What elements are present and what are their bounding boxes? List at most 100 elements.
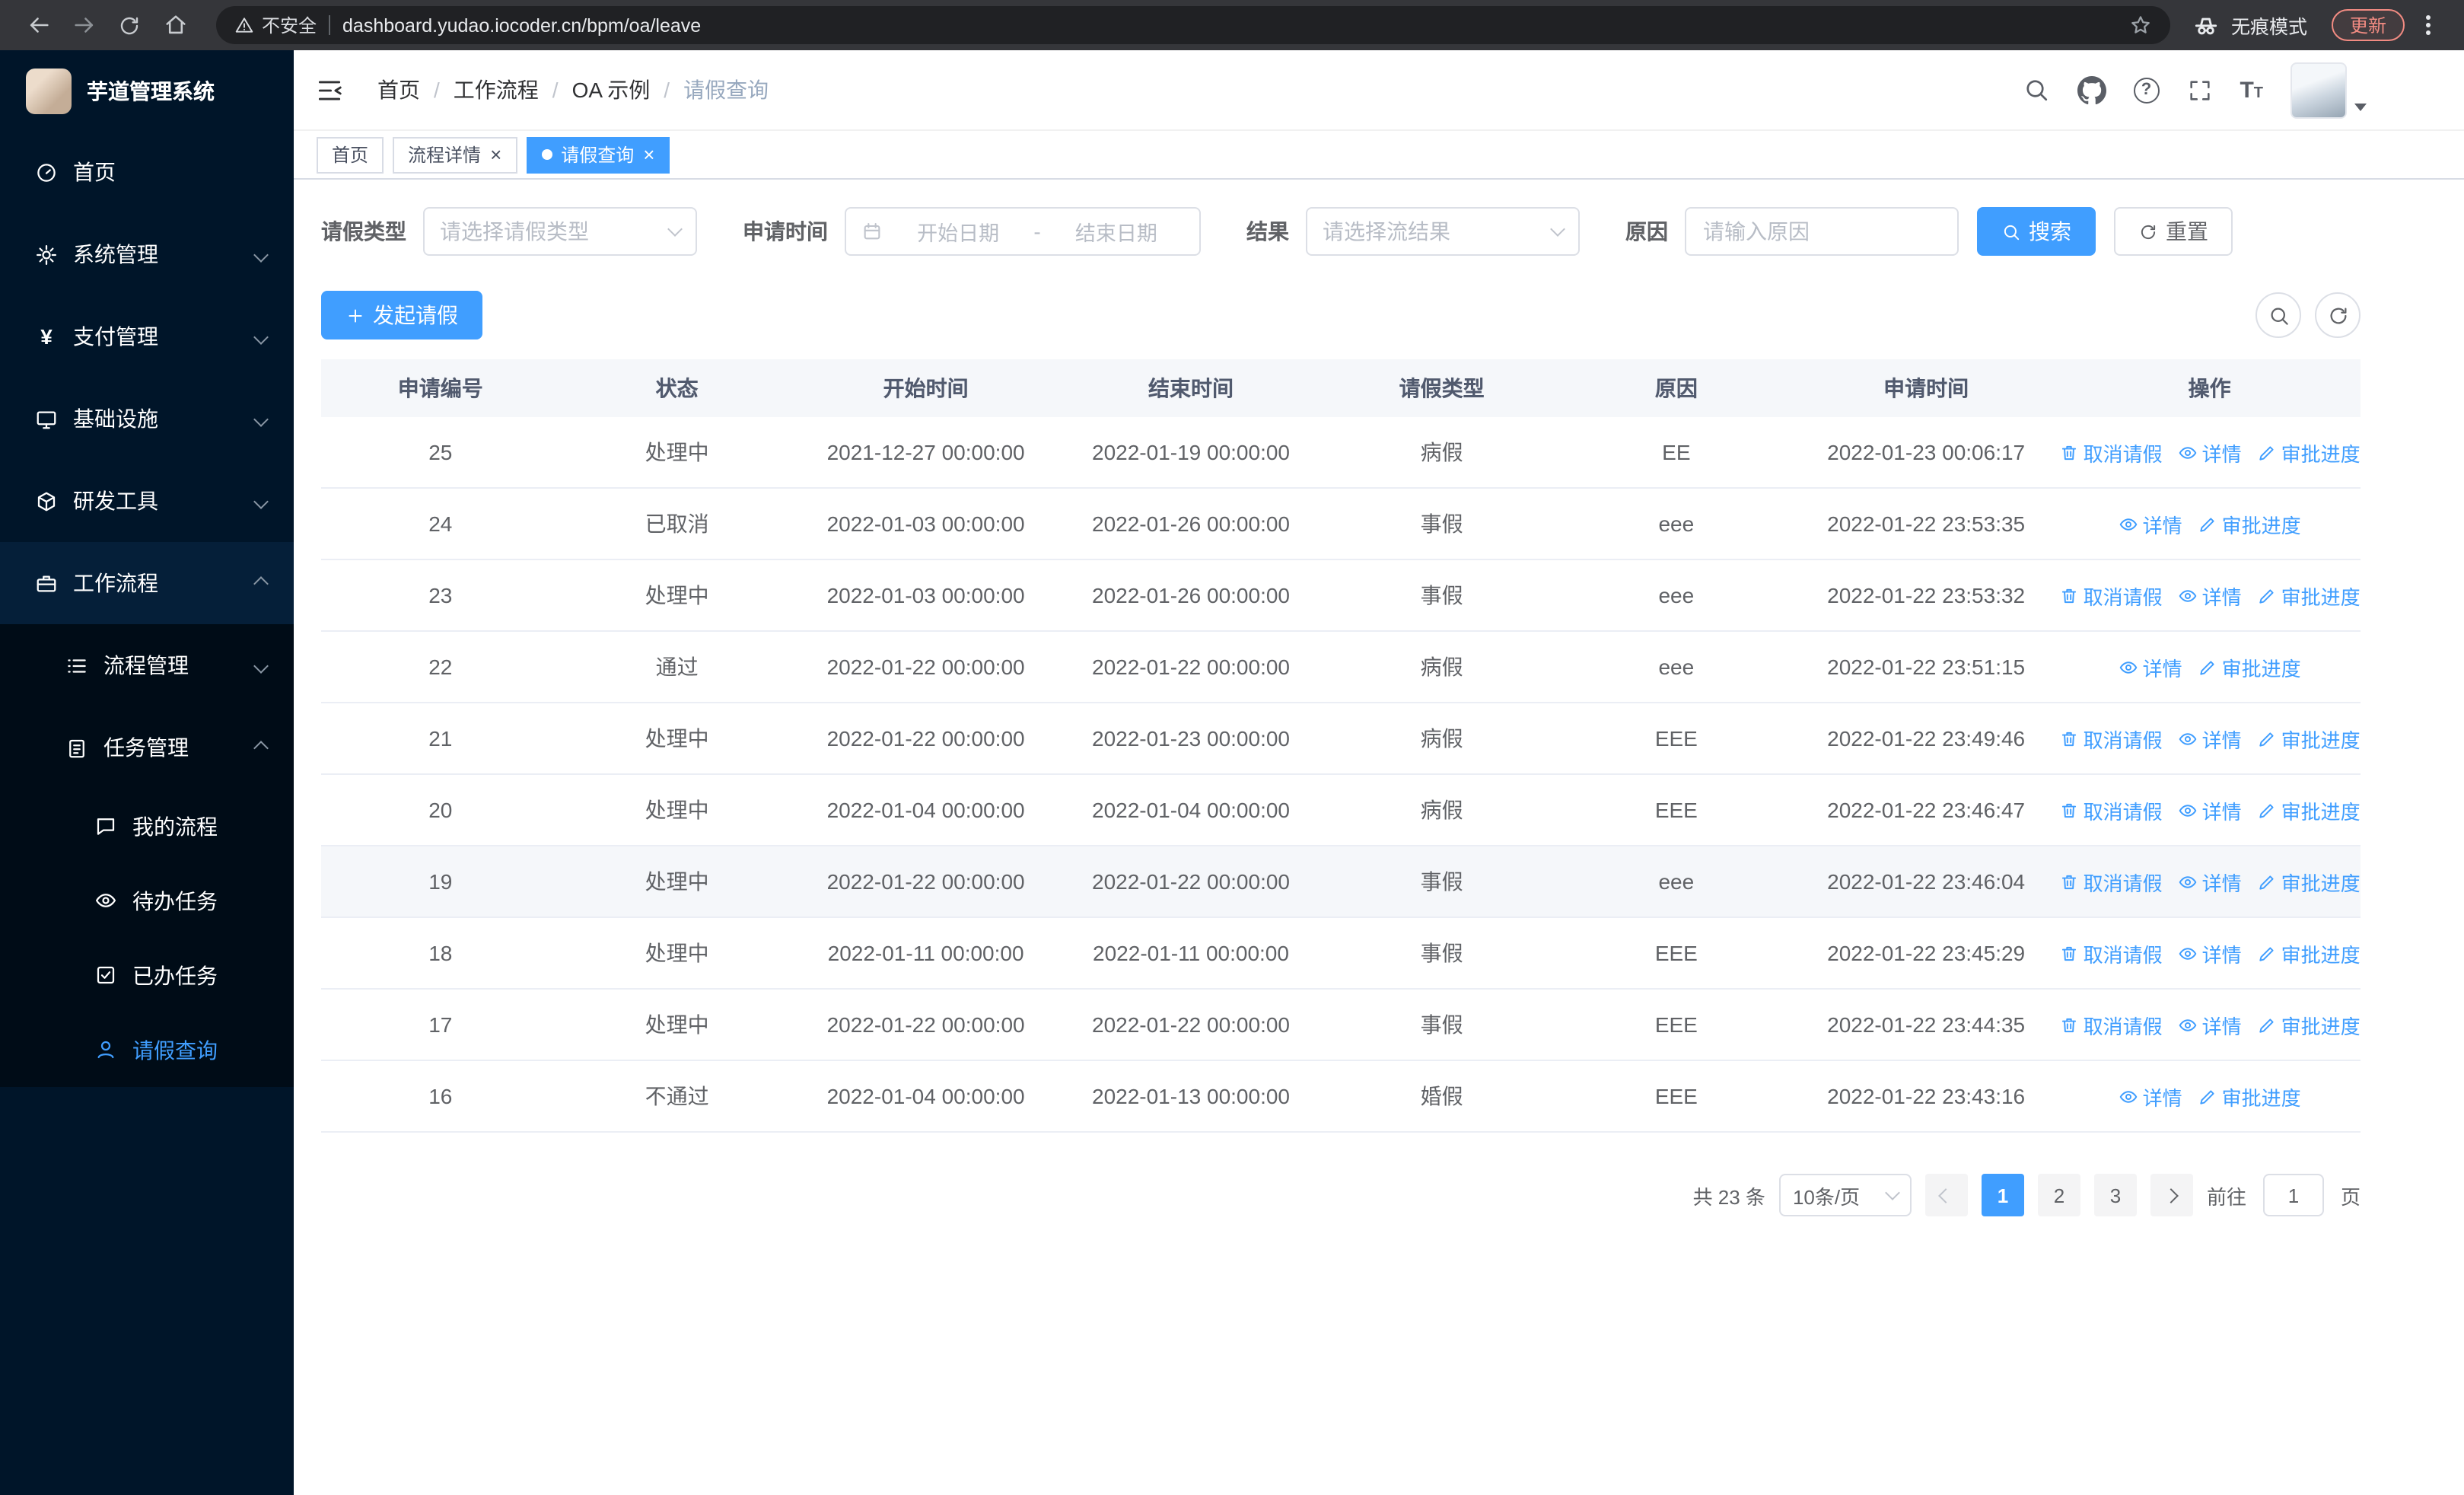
sidebar-item-workflow[interactable]: 工作流程: [0, 542, 294, 624]
approval-progress-link[interactable]: 审批进度: [2257, 867, 2361, 896]
sidebar-item-my-process[interactable]: 我的流程: [0, 789, 294, 863]
cell-leave-type: 事假: [1420, 869, 1463, 894]
approval-progress-label: 审批进度: [2281, 872, 2361, 894]
approval-progress-link[interactable]: 审批进度: [2198, 1082, 2301, 1111]
sidebar-item-home[interactable]: 首页: [0, 131, 294, 213]
tab-process-detail[interactable]: 流程详情: [393, 136, 517, 173]
result-select[interactable]: 请选择流结果: [1306, 207, 1580, 256]
breadcrumb-workflow[interactable]: 工作流程: [454, 75, 539, 105]
list-icon: [68, 658, 86, 672]
breadcrumb-home[interactable]: 首页: [377, 75, 420, 105]
detail-link[interactable]: 详情: [2119, 509, 2182, 538]
detail-link[interactable]: 详情: [2119, 1082, 2182, 1111]
page-button-3[interactable]: 3: [2093, 1174, 2137, 1216]
approval-progress-link[interactable]: 审批进度: [2257, 438, 2361, 467]
cell-start-time: 2021-12-27 00:00:00: [826, 440, 1025, 464]
chevron-up-icon: [253, 575, 269, 591]
apply-time-range-picker[interactable]: 开始日期 - 结束日期: [845, 207, 1201, 256]
detail-link[interactable]: 详情: [2178, 1010, 2242, 1039]
search-button[interactable]: 搜索: [1977, 207, 2096, 256]
url-bar[interactable]: 不安全 dashboard.yudao.iocoder.cn/bpm/oa/le…: [216, 6, 2170, 44]
detail-link[interactable]: 详情: [2178, 795, 2242, 824]
bookmark-icon[interactable]: [2129, 14, 2152, 37]
close-icon[interactable]: [643, 145, 654, 164]
detail-link[interactable]: 详情: [2119, 652, 2182, 681]
sidebar-item-done-tasks[interactable]: 已办任务: [0, 938, 294, 1012]
approval-progress-link[interactable]: 审批进度: [2257, 581, 2361, 610]
next-page-button[interactable]: [2150, 1174, 2193, 1216]
refresh-button[interactable]: [110, 5, 149, 45]
close-icon[interactable]: [490, 145, 501, 164]
approval-progress-link[interactable]: 审批进度: [2257, 795, 2361, 824]
cell-actions: 取消请假 详情 审批进度: [2058, 489, 2361, 559]
detail-link[interactable]: 详情: [2178, 438, 2242, 467]
create-leave-button[interactable]: 发起请假: [321, 291, 482, 339]
tab-home[interactable]: 首页: [317, 136, 384, 173]
breadcrumb-oa-example[interactable]: OA 示例: [572, 75, 651, 105]
sidebar-item-infrastructure[interactable]: 基础设施: [0, 378, 294, 460]
page-button-1[interactable]: 1: [1981, 1174, 2024, 1216]
sidebar-item-label: 流程管理: [103, 653, 189, 677]
detail-link[interactable]: 详情: [2178, 867, 2242, 896]
cell-apply-id: 16: [428, 1084, 453, 1108]
cancel-leave-link[interactable]: 取消请假: [2059, 939, 2163, 967]
reason-input[interactable]: [1685, 207, 1959, 256]
user-menu[interactable]: [2291, 62, 2367, 118]
refresh-table-button[interactable]: [2315, 292, 2361, 338]
sidebar-item-dev-tools[interactable]: 研发工具: [0, 460, 294, 542]
update-button[interactable]: 更新: [2331, 9, 2405, 41]
sidebar-item-label: 系统管理: [73, 242, 158, 266]
sidebar-item-system-mgmt[interactable]: 系统管理: [0, 213, 294, 295]
eye-icon: [2119, 518, 2137, 530]
approval-progress-link[interactable]: 审批进度: [2198, 652, 2301, 681]
font-size-icon[interactable]: [2240, 77, 2263, 103]
top-bar: 首页 工作流程 OA 示例 请假查询: [294, 50, 2464, 131]
fullscreen-icon[interactable]: [2186, 77, 2212, 103]
reset-button[interactable]: 重置: [2114, 207, 2233, 256]
cell-apply-id: 22: [428, 655, 453, 679]
sidebar-item-payment-mgmt[interactable]: 支付管理: [0, 295, 294, 378]
tab-leave-query[interactable]: 请假查询: [526, 136, 670, 173]
cell-apply-time: 2022-01-23 00:06:17: [1827, 440, 2026, 464]
goto-page-input[interactable]: [2262, 1174, 2324, 1216]
sidebar-item-leave-query[interactable]: 请假查询: [0, 1012, 294, 1087]
cancel-leave-link[interactable]: 取消请假: [2059, 1010, 2163, 1039]
toggle-search-button[interactable]: [2255, 292, 2301, 338]
detail-link[interactable]: 详情: [2178, 724, 2242, 753]
help-icon[interactable]: [2133, 77, 2160, 103]
forward-button[interactable]: [64, 5, 103, 45]
leave-type-select[interactable]: 请选择请假类型: [423, 207, 697, 256]
security-warning[interactable]: 不安全: [234, 12, 317, 38]
approval-progress-link[interactable]: 审批进度: [2257, 939, 2361, 967]
table-row: 20 处理中 2022-01-04 00:00:00 2022-01-04 00…: [321, 775, 2361, 846]
approval-progress-link[interactable]: 审批进度: [2198, 509, 2301, 538]
approval-progress-link[interactable]: 审批进度: [2257, 724, 2361, 753]
cancel-leave-link[interactable]: 取消请假: [2059, 581, 2163, 610]
chevron-down-icon: [253, 247, 269, 262]
cancel-leave-link[interactable]: 取消请假: [2059, 795, 2163, 824]
page-size-select[interactable]: 10条/页: [1778, 1174, 1912, 1216]
back-button[interactable]: [18, 5, 58, 45]
cancel-leave-label: 取消请假: [2083, 872, 2163, 894]
github-icon[interactable]: [2077, 75, 2106, 104]
total-count: 共 23 条: [1692, 1185, 1765, 1208]
sidebar-item-todo-tasks[interactable]: 待办任务: [0, 863, 294, 938]
home-button[interactable]: [155, 5, 195, 45]
approval-progress-link[interactable]: 审批进度: [2257, 1010, 2361, 1039]
cancel-leave-link[interactable]: 取消请假: [2059, 438, 2163, 467]
cell-end-time: 2022-01-11 00:00:00: [1093, 941, 1289, 965]
cell-end-time: 2022-01-26 00:00:00: [1092, 512, 1290, 536]
browser-menu-icon[interactable]: [2426, 23, 2431, 27]
sidebar-item-process-mgmt[interactable]: 流程管理: [0, 624, 294, 706]
detail-link[interactable]: 详情: [2178, 939, 2242, 967]
collapse-sidebar-button[interactable]: [315, 75, 344, 104]
detail-link[interactable]: 详情: [2178, 581, 2242, 610]
cancel-leave-link[interactable]: 取消请假: [2059, 867, 2163, 896]
cell-status: 处理中: [645, 798, 709, 822]
page-button-2[interactable]: 2: [2037, 1174, 2080, 1216]
prev-page-button[interactable]: [1924, 1174, 1968, 1216]
sidebar-item-task-mgmt[interactable]: 任务管理: [0, 706, 294, 789]
search-icon[interactable]: [2022, 76, 2049, 104]
sidebar-item-label: 我的流程: [132, 814, 218, 838]
cancel-leave-link[interactable]: 取消请假: [2059, 724, 2163, 753]
